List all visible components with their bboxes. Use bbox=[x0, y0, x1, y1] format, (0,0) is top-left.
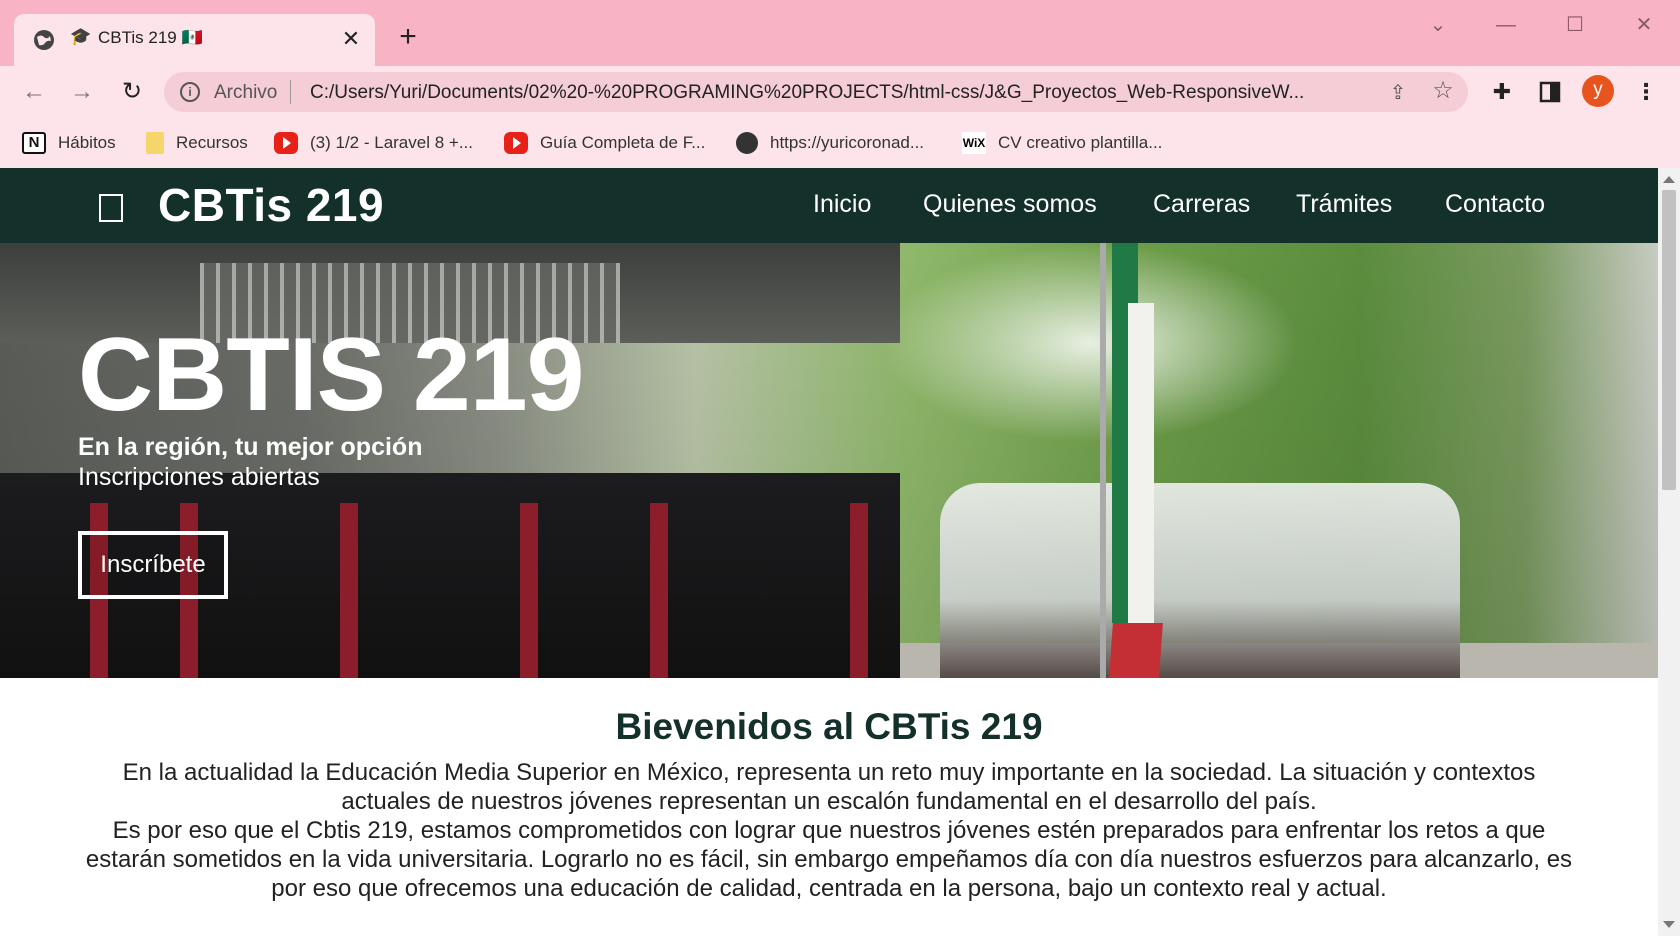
hero-photo-flag-white bbox=[1128, 303, 1154, 623]
maximize-button[interactable]: ☐ bbox=[1555, 10, 1595, 40]
nav-carreras[interactable]: Carreras bbox=[1153, 190, 1250, 219]
site-header: CBTis 219 Inicio Quienes somos Carreras … bbox=[0, 168, 1658, 243]
bookmark-label: (3) 1/2 - Laravel 8 +... bbox=[310, 133, 473, 152]
inscribete-button[interactable]: Inscríbete bbox=[78, 531, 228, 599]
info-icon[interactable]: i bbox=[180, 82, 200, 102]
notion-icon: N bbox=[22, 132, 46, 154]
globe-icon bbox=[736, 132, 758, 154]
menu-kebab-icon[interactable]: ⋮ bbox=[1632, 78, 1660, 106]
bookmark-recursos[interactable]: Recursos bbox=[146, 130, 248, 156]
tab-title-text: CBTis 219 bbox=[98, 28, 177, 47]
profile-avatar[interactable]: y bbox=[1582, 75, 1614, 107]
browser-window: 🎓 CBTis 219 🇲🇽 ✕ + ⌄ — ☐ ✕ ← → ↻ i Archi… bbox=[0, 0, 1680, 936]
scheme-label: Archivo bbox=[214, 82, 278, 103]
bookmark-cv[interactable]: WiX CV creativo plantilla... bbox=[962, 130, 1162, 156]
scroll-up-arrow-icon[interactable] bbox=[1663, 176, 1675, 183]
hero-photo-flagpole bbox=[1100, 243, 1106, 678]
page-viewport: CBTis 219 Inicio Quienes somos Carreras … bbox=[0, 168, 1658, 936]
share-icon[interactable]: ⇪ bbox=[1386, 80, 1410, 104]
tab-strip: 🎓 CBTis 219 🇲🇽 ✕ + ⌄ — ☐ ✕ bbox=[0, 0, 1680, 66]
minimize-button[interactable]: — bbox=[1486, 10, 1526, 40]
bookmark-habitos[interactable]: N Hábitos bbox=[22, 130, 116, 156]
address-bar[interactable]: i Archivo C:/Users/Yuri/Documents/02%20-… bbox=[164, 72, 1468, 112]
tab-search-chevron-icon[interactable]: ⌄ bbox=[1418, 10, 1458, 40]
folder-icon bbox=[146, 132, 164, 154]
welcome-section: Bievenidos al CBTis 219 En la actualidad… bbox=[0, 678, 1658, 936]
close-window-button[interactable]: ✕ bbox=[1624, 10, 1664, 40]
hero-photo-escolta bbox=[940, 483, 1460, 678]
tab-title: CBTis 219 🇲🇽 bbox=[98, 28, 203, 48]
hero-subtitle: Inscripciones abiertas bbox=[78, 463, 320, 491]
reload-icon[interactable]: ↻ bbox=[116, 76, 148, 108]
menu-toggle-icon[interactable] bbox=[99, 194, 123, 222]
youtube-icon bbox=[274, 132, 298, 154]
hero-photo-sky bbox=[880, 243, 1300, 443]
bookmark-label: Hábitos bbox=[58, 133, 116, 152]
scrollbar-thumb[interactable] bbox=[1662, 190, 1676, 490]
site-logo[interactable]: CBTis 219 bbox=[158, 178, 384, 232]
bookmark-label: Recursos bbox=[176, 133, 248, 152]
active-tab[interactable]: 🎓 CBTis 219 🇲🇽 ✕ bbox=[14, 14, 375, 66]
welcome-paragraph-line: por eso que ofrecemos una educación de c… bbox=[271, 875, 1387, 902]
bookmark-star-icon[interactable]: ☆ bbox=[1430, 78, 1456, 104]
url-text[interactable]: C:/Users/Yuri/Documents/02%20-%20PROGRAM… bbox=[310, 82, 1310, 104]
welcome-heading: Bievenidos al CBTis 219 bbox=[615, 706, 1043, 747]
bookmark-laravel[interactable]: (3) 1/2 - Laravel 8 +... bbox=[274, 130, 473, 156]
hero-subtitle-bold: En la región, tu mejor opción bbox=[78, 433, 423, 461]
hero-photo-stole bbox=[850, 503, 868, 678]
nav-inicio[interactable]: Inicio bbox=[813, 190, 871, 219]
hero-photo-flag-red bbox=[1103, 623, 1163, 678]
youtube-icon bbox=[504, 132, 528, 154]
scroll-down-arrow-icon[interactable] bbox=[1663, 921, 1675, 928]
bookmark-guia[interactable]: Guía Completa de F... bbox=[504, 130, 705, 156]
bookmark-label: Guía Completa de F... bbox=[540, 133, 706, 152]
extensions-puzzle-icon[interactable]: ✚ bbox=[1488, 78, 1516, 106]
bookmark-label: CV creativo plantilla... bbox=[998, 133, 1163, 152]
new-tab-button[interactable]: + bbox=[393, 22, 423, 52]
nav-tramites[interactable]: Trámites bbox=[1296, 190, 1392, 219]
back-arrow-icon[interactable]: ← bbox=[18, 76, 50, 108]
nav-contacto[interactable]: Contacto bbox=[1445, 190, 1545, 219]
omnibox-divider bbox=[290, 80, 291, 104]
hero-photo-stole bbox=[340, 503, 358, 678]
nav-quienes-somos[interactable]: Quienes somos bbox=[923, 190, 1097, 219]
tab-favicon: 🎓 bbox=[70, 27, 92, 46]
browser-toolbar: ← → ↻ i Archivo C:/Users/Yuri/Documents/… bbox=[0, 66, 1680, 118]
side-panel-icon[interactable] bbox=[1536, 78, 1564, 106]
close-tab-icon[interactable]: ✕ bbox=[338, 26, 364, 52]
page-scrollbar[interactable] bbox=[1658, 168, 1680, 936]
hero-photo-stole bbox=[520, 503, 538, 678]
hero-banner: CBTIS 219 En la región, tu mejor opción … bbox=[0, 243, 1658, 678]
bookmark-label: https://yuricoronad... bbox=[770, 133, 925, 152]
hero-photo-stole bbox=[650, 503, 668, 678]
welcome-paragraph-line: actuales de nuestros jóvenes representan… bbox=[341, 788, 1317, 815]
wix-icon: WiX bbox=[962, 132, 986, 154]
bookmarks-bar: N Hábitos Recursos (3) 1/2 - Laravel 8 +… bbox=[0, 118, 1680, 168]
welcome-paragraph-line: estarán sometidos en la vida universitar… bbox=[85, 846, 1573, 873]
hero-title: CBTIS 219 bbox=[78, 317, 584, 433]
forward-arrow-icon[interactable]: → bbox=[66, 76, 98, 108]
welcome-paragraph-line: Es por eso que el Cbtis 219, estamos com… bbox=[112, 817, 1546, 844]
globe-icon bbox=[34, 30, 54, 50]
bookmark-yuricoronado[interactable]: https://yuricoronad... bbox=[736, 130, 924, 156]
flag-emoji: 🇲🇽 bbox=[181, 28, 203, 47]
welcome-paragraph-line: En la actualidad la Educación Media Supe… bbox=[122, 759, 1536, 786]
